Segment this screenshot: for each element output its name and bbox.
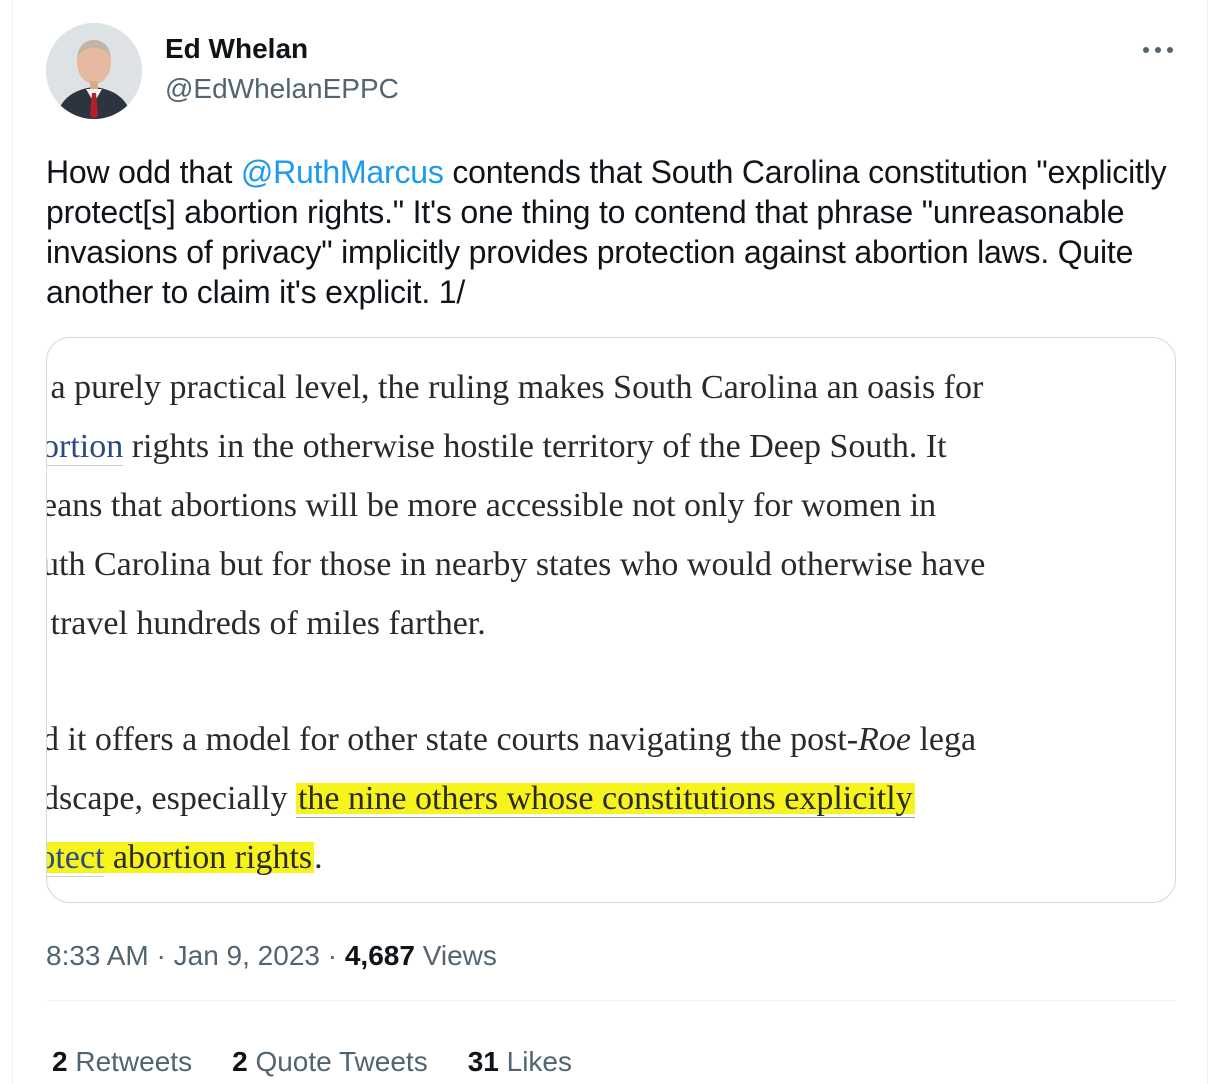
tweet-time[interactable]: 8:33 AM	[46, 940, 149, 971]
more-options-button[interactable]	[1136, 32, 1180, 68]
article-excerpt: n a purely practical level, the ruling m…	[46, 358, 1175, 887]
excerpt-link: bortion	[47, 428, 124, 466]
quote-tweets-stat[interactable]: 2 Quote Tweets	[232, 1042, 428, 1082]
highlighted-text: rotect abortion rights	[47, 839, 315, 877]
excerpt-italic: Roe	[858, 721, 911, 758]
excerpt-line: rotect abortion rights.	[47, 828, 1175, 887]
author-handle[interactable]: @EdWhelanEPPC	[165, 72, 399, 106]
likes-count: 31	[467, 1046, 499, 1077]
author-name[interactable]: Ed Whelan	[165, 32, 308, 66]
excerpt-link: rotect	[47, 839, 105, 877]
excerpt-text: nd it offers a model for other state cou…	[46, 721, 859, 758]
likes-stat[interactable]: 31 Likes	[468, 1042, 572, 1082]
excerpt-text: ndscape, especially	[46, 780, 296, 817]
excerpt-line: n a purely practical level, the ruling m…	[46, 369, 984, 406]
excerpt-line: neans that abortions will be more access…	[46, 487, 937, 524]
excerpt-line: nd it offers a model for other state cou…	[46, 710, 1175, 769]
avatar[interactable]	[46, 23, 142, 119]
meta-separator: ·	[319, 940, 345, 971]
mention-link[interactable]: @RuthMarcus	[241, 154, 444, 190]
divider	[46, 1000, 1176, 1001]
tweet-meta: 8:33 AM · Jan 9, 2023 · 4,687 Views	[46, 936, 497, 976]
tweet-text: How odd that @RuthMarcus contends that S…	[46, 152, 1186, 312]
retweets-count: 2	[52, 1046, 68, 1077]
excerpt-line: ndscape, especially the nine others whos…	[46, 769, 1175, 828]
quote-tweets-label: Quote Tweets	[255, 1046, 428, 1077]
more-horizontal-icon	[1143, 47, 1173, 53]
highlighted-text: the nine others whose constitutions expl…	[295, 780, 915, 818]
media-image[interactable]: n a purely practical level, the ruling m…	[46, 337, 1176, 903]
retweets-stat[interactable]: 2 Retweets	[52, 1042, 192, 1082]
excerpt-text: rights in the otherwise hostile territor…	[123, 428, 947, 465]
excerpt-text: lega	[910, 721, 977, 758]
tweet-text-before: How odd that	[46, 154, 241, 190]
excerpt-text: .	[314, 839, 323, 876]
meta-separator: ·	[148, 940, 174, 971]
quote-tweets-count: 2	[232, 1046, 248, 1077]
excerpt-line: bortion rights in the otherwise hostile …	[47, 417, 1175, 476]
engagement-stats: 2 Retweets 2 Quote Tweets 31 Likes	[52, 1042, 572, 1082]
excerpt-text: abortion rights	[104, 839, 313, 876]
excerpt-line: o travel hundreds of miles farther.	[46, 605, 486, 642]
excerpt-line: outh Carolina but for those in nearby st…	[46, 546, 986, 583]
tweet-date[interactable]: Jan 9, 2023	[174, 940, 320, 971]
views-label: Views	[422, 940, 497, 971]
retweets-label: Retweets	[75, 1046, 193, 1077]
views-count: 4,687	[344, 940, 415, 971]
avatar-photo	[46, 23, 142, 119]
likes-label: Likes	[506, 1046, 573, 1077]
